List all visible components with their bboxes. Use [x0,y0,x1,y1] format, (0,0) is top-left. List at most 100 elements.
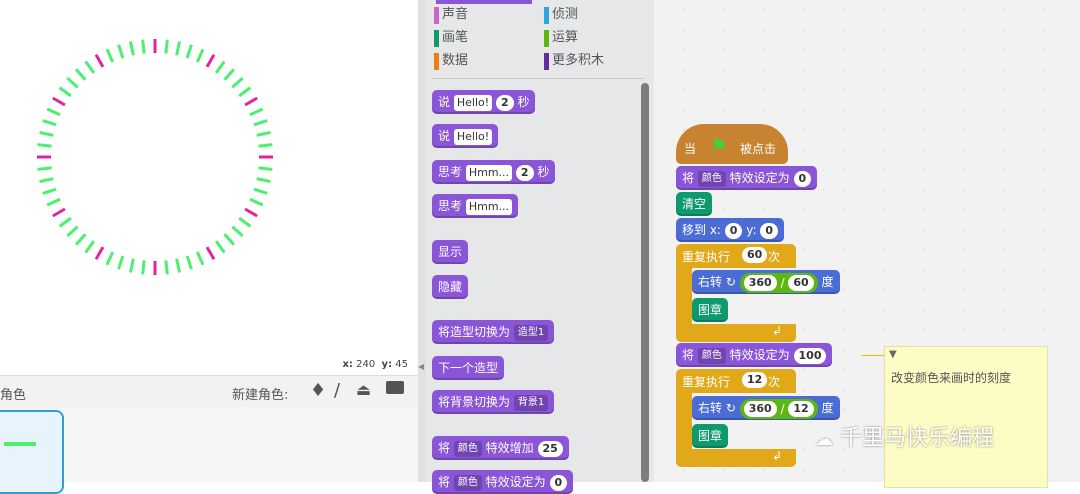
script-turn-right-60[interactable]: 右转 ↻ 360 / 60 度 [692,270,840,294]
watermark-text: 千里马快乐编程 [840,426,995,451]
minute-tick [128,258,135,273]
minute-tick [42,187,57,195]
minute-tick [141,39,146,54]
script-stamp-2[interactable]: 图章 [692,424,729,448]
hour-tick [244,96,258,107]
minute-tick [117,44,125,59]
comment-note[interactable]: ▼ 改变颜色来画时的刻度 [884,346,1048,488]
watermark: ☁ 千里马快乐编程 [815,420,994,452]
script-stamp-1[interactable]: 图章 [692,298,729,322]
minute-tick [231,225,244,238]
stage[interactable] [0,0,420,357]
repeat-count[interactable]: 60 [742,247,768,263]
paint-brush-icon[interactable]: / [334,380,340,401]
hour-tick [52,96,66,107]
minute-tick [84,60,96,74]
block-next-costume[interactable]: 下一个造型 [432,356,505,380]
hat-clicked-label: 被点击 [740,142,777,156]
collapse-comment-icon[interactable]: ▼ [889,349,897,360]
comment-connector [861,355,885,356]
sprite-library-icon[interactable]: ♦ [310,380,326,401]
divide-operator[interactable]: 360 / 60 [739,272,818,293]
minute-tick [256,177,271,184]
minute-tick [84,240,96,254]
category-divider [432,78,644,79]
minute-tick [105,251,115,266]
block-change-effect[interactable]: 将 颜色 特效增加 25 [432,436,569,460]
minute-tick [223,68,236,81]
category-pen[interactable]: 画笔 [434,29,468,47]
divide-operator[interactable]: 360 / 12 [739,398,818,419]
minute-tick [256,130,271,137]
hour-tick [244,207,258,218]
category-more-blocks[interactable]: 更多积木 [544,52,604,70]
selected-category-tab[interactable] [436,0,532,4]
minute-tick [74,233,87,246]
minute-tick [39,130,54,137]
category-operators[interactable]: 运算 [544,29,578,47]
upload-icon[interactable]: ⏏ [356,380,371,399]
minute-tick [258,166,273,171]
minute-tick [37,166,52,171]
block-set-effect[interactable]: 将 颜色 特效设定为 0 [432,470,574,494]
minute-tick [42,119,57,127]
mouse-coordinates: x: 240 y: 45 [342,359,408,370]
pane-divider[interactable]: ◀ [418,0,426,482]
stage-info-bar: x: 240 y: 45 [0,357,420,375]
hour-tick [52,207,66,218]
minute-tick [46,197,61,207]
block-think-for-secs[interactable]: 思考 Hmm... 2 秒 [432,160,556,184]
category-data[interactable]: 数据 [434,52,468,70]
script-set-effect-100[interactable]: 将 颜色 特效设定为 100 [676,343,833,367]
minute-tick [185,255,193,270]
script-goto-xy[interactable]: 移到 x: 0 y: 0 [676,218,785,242]
minute-tick [46,107,61,117]
minute-tick [238,86,252,98]
block-switch-backdrop[interactable]: 将背景切换为 背景1 [432,390,555,414]
block-show[interactable]: 显示 [432,240,469,264]
block-hide[interactable]: 隐藏 [432,275,469,299]
repeat-label: 重复执行 [682,250,731,264]
repeat-unit: 次 [768,250,781,264]
green-flag-icon: ⚑ [710,134,728,158]
hour-tick [94,246,105,260]
camera-icon[interactable] [386,381,404,394]
block-switch-costume[interactable]: 将造型切换为 造型1 [432,320,555,344]
minute-tick [249,107,264,117]
repeat-count[interactable]: 12 [742,372,768,388]
collapse-arrow-icon[interactable]: ◀ [418,362,424,371]
minute-tick [195,48,205,63]
minute-tick [253,187,268,195]
minute-tick [66,76,79,89]
minute-tick [74,68,87,81]
hour-tick [205,54,216,68]
hour-tick [94,54,105,68]
block-say-for-secs[interactable]: 说 Hello! 2 秒 [432,90,536,114]
category-sensing[interactable]: 侦测 [544,6,578,24]
minute-tick [164,260,169,275]
minute-tick [39,177,54,184]
block-say[interactable]: 说 Hello! [432,124,499,148]
script-turn-right-12[interactable]: 右转 ↻ 360 / 12 度 [692,396,840,420]
sprite-thumbnail[interactable] [0,410,64,494]
minute-tick [175,258,182,273]
hat-when-label: 当 [684,142,697,156]
block-palette: 声音 侦测 画笔 运算 数据 更多积木 说 Hello! 2 秒 说 Hello… [426,0,654,494]
hour-tick [205,246,216,260]
minute-tick [249,197,264,207]
script-clear[interactable]: 清空 [676,192,713,216]
minute-tick [231,76,244,89]
stage-drawing [37,39,273,275]
minute-tick [214,60,226,74]
block-think[interactable]: 思考 Hmm... [432,194,519,218]
comment-text: 改变颜色来画时的刻度 [891,371,1012,385]
minute-tick [58,86,72,98]
x-label: x: [342,359,353,370]
category-sound[interactable]: 声音 [434,6,468,24]
block-when-flag-clicked[interactable]: 当 ⚑ 被点击 [676,124,788,164]
y-value: 45 [395,359,408,370]
minute-tick [141,260,146,275]
rotate-right-icon: ↻ [725,401,736,415]
script-set-effect-0[interactable]: 将 颜色 特效设定为 0 [676,166,818,190]
palette-scrollbar[interactable] [641,83,649,482]
